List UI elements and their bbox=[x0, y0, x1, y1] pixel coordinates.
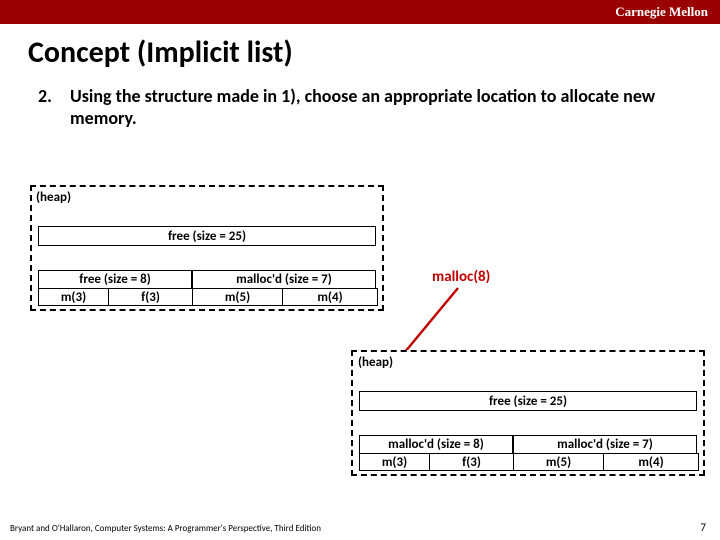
bullet-number: 2. bbox=[38, 85, 52, 107]
cell: m(5) bbox=[193, 289, 283, 305]
cell: m(3) bbox=[39, 289, 109, 305]
brand-bar: Carnegie Mellon bbox=[0, 0, 720, 24]
malloc7-after: malloc'd (size = 7) bbox=[513, 435, 697, 453]
cell: f(3) bbox=[430, 454, 514, 470]
malloc8-after: malloc'd (size = 8) bbox=[359, 435, 513, 453]
row-after: m(3) f(3) m(5) m(4) bbox=[359, 453, 699, 471]
malloc-call: malloc(8) bbox=[432, 268, 490, 286]
free25-before: free (size = 25) bbox=[38, 226, 376, 246]
free8-before: free (size = 8) bbox=[38, 270, 192, 288]
cell: f(3) bbox=[109, 289, 193, 305]
org-name: Carnegie Mellon bbox=[615, 4, 708, 20]
heap-label-after: (heap) bbox=[356, 355, 395, 370]
malloc7-before: malloc'd (size = 7) bbox=[192, 270, 376, 288]
cell: m(4) bbox=[604, 454, 698, 470]
cell: m(4) bbox=[283, 289, 377, 305]
cell: m(3) bbox=[360, 454, 430, 470]
row-before: m(3) f(3) m(5) m(4) bbox=[38, 288, 378, 306]
page-number: 7 bbox=[700, 521, 706, 534]
heap-label-before: (heap) bbox=[34, 190, 73, 205]
free25-after: free (size = 25) bbox=[359, 391, 697, 411]
bullet-2: 2. Using the structure made in 1), choos… bbox=[0, 79, 720, 129]
cell: m(5) bbox=[514, 454, 604, 470]
footer-citation: Bryant and O'Hallaron, Computer Systems:… bbox=[10, 523, 321, 534]
bullet-text: Using the structure made in 1), choose a… bbox=[70, 85, 655, 129]
slide-title: Concept (Implicit list) bbox=[0, 24, 720, 79]
